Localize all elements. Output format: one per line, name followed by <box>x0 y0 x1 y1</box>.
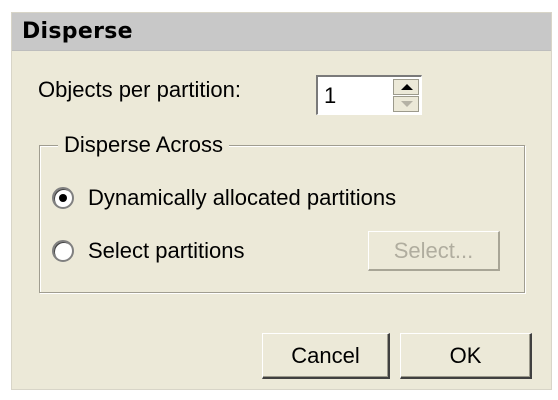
spin-up-button[interactable] <box>393 79 419 95</box>
radio-dynamically-allocated[interactable]: Dynamically allocated partitions <box>52 183 396 213</box>
radio-dynamically-allocated-label[interactable]: Dynamically allocated partitions <box>88 185 396 211</box>
objects-per-partition-label: Objects per partition: <box>38 77 241 102</box>
objects-per-partition-value[interactable]: 1 <box>324 83 336 109</box>
radio-select-partitions[interactable]: Select partitions <box>52 236 245 266</box>
objects-per-partition-spinner[interactable]: 1 <box>316 75 422 115</box>
spin-down-button[interactable] <box>393 96 419 112</box>
cancel-button[interactable]: Cancel <box>262 333 390 379</box>
radio-button-selected[interactable] <box>52 187 74 209</box>
dialog-title: Disperse <box>22 19 133 44</box>
dialog-titlebar: Disperse <box>12 13 551 51</box>
spin-down-arrow-icon <box>401 101 413 107</box>
radio-selected-dot-icon <box>59 194 67 202</box>
radio-button-unselected[interactable] <box>52 240 74 262</box>
select-partitions-button[interactable]: Select... <box>368 231 500 271</box>
radio-select-partitions-label[interactable]: Select partitions <box>88 238 245 264</box>
ok-button[interactable]: OK <box>400 333 532 379</box>
spin-up-arrow-icon <box>401 84 413 90</box>
disperse-across-legend: Disperse Across <box>58 132 229 158</box>
disperse-dialog: Disperse Objects per partition: 1 Disper… <box>11 12 552 390</box>
